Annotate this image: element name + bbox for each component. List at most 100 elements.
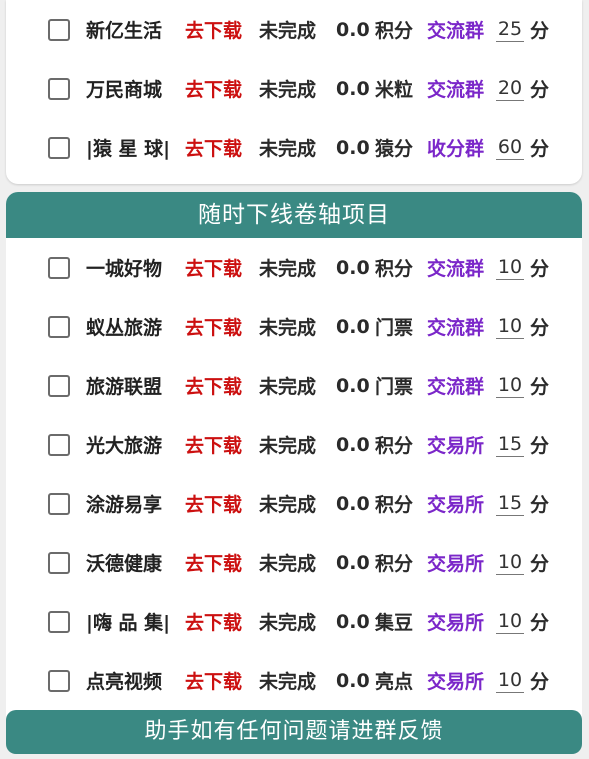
- status-text: 未完成: [259, 612, 317, 634]
- score-suffix: 分: [530, 494, 550, 516]
- task-row: 蚁丛旅游 去下载 未完成 0.0 门票 交流群 10 分: [6, 297, 582, 356]
- score-suffix: 分: [530, 138, 550, 160]
- feedback-banner[interactable]: 助手如有任何问题请进群反馈: [6, 710, 582, 754]
- status-text: 未完成: [259, 671, 317, 693]
- status-text: 未完成: [259, 435, 317, 457]
- points-amount: 0.0: [336, 492, 370, 515]
- score-suffix: 分: [530, 553, 550, 575]
- score-suffix: 分: [530, 435, 550, 457]
- task-row: 新亿生活 去下载 未完成 0.0 积分 交流群 25 分: [6, 0, 582, 59]
- task-row: 一城好物 去下载 未完成 0.0 积分 交流群 10 分: [6, 238, 582, 297]
- points-unit: 积分: [375, 553, 414, 575]
- section-banner: 随时下线卷轴项目: [6, 192, 582, 238]
- group-link[interactable]: 交流群: [427, 372, 484, 399]
- group-link[interactable]: 交流群: [427, 313, 484, 340]
- task-checkbox[interactable]: [48, 18, 70, 41]
- top-task-card: 新亿生活 去下载 未完成 0.0 积分 交流群 25 分 万民商城 去下载 未完…: [6, 0, 582, 184]
- points-unit: 积分: [375, 435, 414, 457]
- app-name: 新亿生活: [86, 20, 163, 42]
- app-name: |嗨 品 集|: [86, 612, 171, 634]
- status-text: 未完成: [259, 20, 317, 42]
- task-checkbox[interactable]: [48, 315, 70, 338]
- status-text: 未完成: [259, 494, 317, 516]
- exchange-link[interactable]: 交易所: [427, 667, 484, 694]
- task-checkbox[interactable]: [48, 669, 70, 692]
- download-link[interactable]: 去下载: [185, 254, 242, 281]
- app-name: 沃德健康: [86, 553, 163, 575]
- download-link[interactable]: 去下载: [185, 16, 242, 43]
- task-row: 点亮视频 去下载 未完成 0.0 亮点 交易所 10 分: [6, 651, 582, 710]
- group-link[interactable]: 收分群: [427, 134, 484, 161]
- download-link[interactable]: 去下载: [185, 313, 242, 340]
- score-value[interactable]: 10: [496, 314, 524, 339]
- score-value[interactable]: 25: [496, 17, 524, 42]
- download-link[interactable]: 去下载: [185, 490, 242, 517]
- points-unit: 米粒: [375, 79, 414, 101]
- points-amount: 0.0: [336, 610, 370, 633]
- score-suffix: 分: [530, 376, 550, 398]
- app-name: 万民商城: [86, 79, 163, 101]
- exchange-link[interactable]: 交易所: [427, 490, 484, 517]
- download-link[interactable]: 去下载: [185, 667, 242, 694]
- download-link[interactable]: 去下载: [185, 549, 242, 576]
- task-checkbox[interactable]: [48, 136, 70, 159]
- score-suffix: 分: [530, 612, 550, 634]
- app-name: 涂游易享: [86, 494, 163, 516]
- download-link[interactable]: 去下载: [185, 134, 242, 161]
- app-name: 点亮视频: [86, 671, 163, 693]
- download-link[interactable]: 去下载: [185, 608, 242, 635]
- task-checkbox[interactable]: [48, 610, 70, 633]
- task-checkbox[interactable]: [48, 492, 70, 515]
- score-value[interactable]: 10: [496, 373, 524, 398]
- score-value[interactable]: 10: [496, 609, 524, 634]
- score-value[interactable]: 15: [496, 432, 524, 457]
- app-name: 蚁丛旅游: [86, 317, 163, 339]
- score-suffix: 分: [530, 317, 550, 339]
- points-amount: 0.0: [336, 136, 370, 159]
- task-checkbox[interactable]: [48, 433, 70, 456]
- task-checkbox[interactable]: [48, 77, 70, 100]
- task-checkbox[interactable]: [48, 256, 70, 279]
- points-unit: 积分: [375, 20, 414, 42]
- points-amount: 0.0: [336, 669, 370, 692]
- points-amount: 0.0: [336, 77, 370, 100]
- exchange-link[interactable]: 交易所: [427, 549, 484, 576]
- score-suffix: 分: [530, 79, 550, 101]
- score-value[interactable]: 20: [496, 76, 524, 101]
- scroll-task-card: 随时下线卷轴项目 一城好物 去下载 未完成 0.0 积分 交流群 10 分 蚁丛…: [6, 192, 582, 724]
- task-row: 沃德健康 去下载 未完成 0.0 积分 交易所 10 分: [6, 533, 582, 592]
- group-link[interactable]: 交流群: [427, 254, 484, 281]
- task-checkbox[interactable]: [48, 551, 70, 574]
- score-value[interactable]: 15: [496, 491, 524, 516]
- download-link[interactable]: 去下载: [185, 372, 242, 399]
- task-row: 旅游联盟 去下载 未完成 0.0 门票 交流群 10 分: [6, 356, 582, 415]
- download-link[interactable]: 去下载: [185, 75, 242, 102]
- download-link[interactable]: 去下载: [185, 431, 242, 458]
- app-name: |猿 星 球|: [86, 138, 171, 160]
- points-unit: 亮点: [375, 671, 414, 693]
- points-amount: 0.0: [336, 256, 370, 279]
- score-value[interactable]: 60: [496, 135, 524, 160]
- score-value[interactable]: 10: [496, 668, 524, 693]
- status-text: 未完成: [259, 376, 317, 398]
- task-row: |猿 星 球| 去下载 未完成 0.0 猿分 收分群 60 分: [6, 118, 582, 177]
- exchange-link[interactable]: 交易所: [427, 608, 484, 635]
- group-link[interactable]: 交流群: [427, 16, 484, 43]
- points-unit: 门票: [375, 317, 414, 339]
- score-value[interactable]: 10: [496, 550, 524, 575]
- status-text: 未完成: [259, 317, 317, 339]
- points-amount: 0.0: [336, 374, 370, 397]
- task-checkbox[interactable]: [48, 374, 70, 397]
- points-unit: 门票: [375, 376, 414, 398]
- points-unit: 集豆: [375, 612, 414, 634]
- score-value[interactable]: 10: [496, 255, 524, 280]
- task-row: 涂游易享 去下载 未完成 0.0 积分 交易所 15 分: [6, 474, 582, 533]
- status-text: 未完成: [259, 138, 317, 160]
- points-unit: 猿分: [375, 138, 414, 160]
- status-text: 未完成: [259, 258, 317, 280]
- points-amount: 0.0: [336, 551, 370, 574]
- exchange-link[interactable]: 交易所: [427, 431, 484, 458]
- group-link[interactable]: 交流群: [427, 75, 484, 102]
- points-amount: 0.0: [336, 433, 370, 456]
- status-text: 未完成: [259, 79, 317, 101]
